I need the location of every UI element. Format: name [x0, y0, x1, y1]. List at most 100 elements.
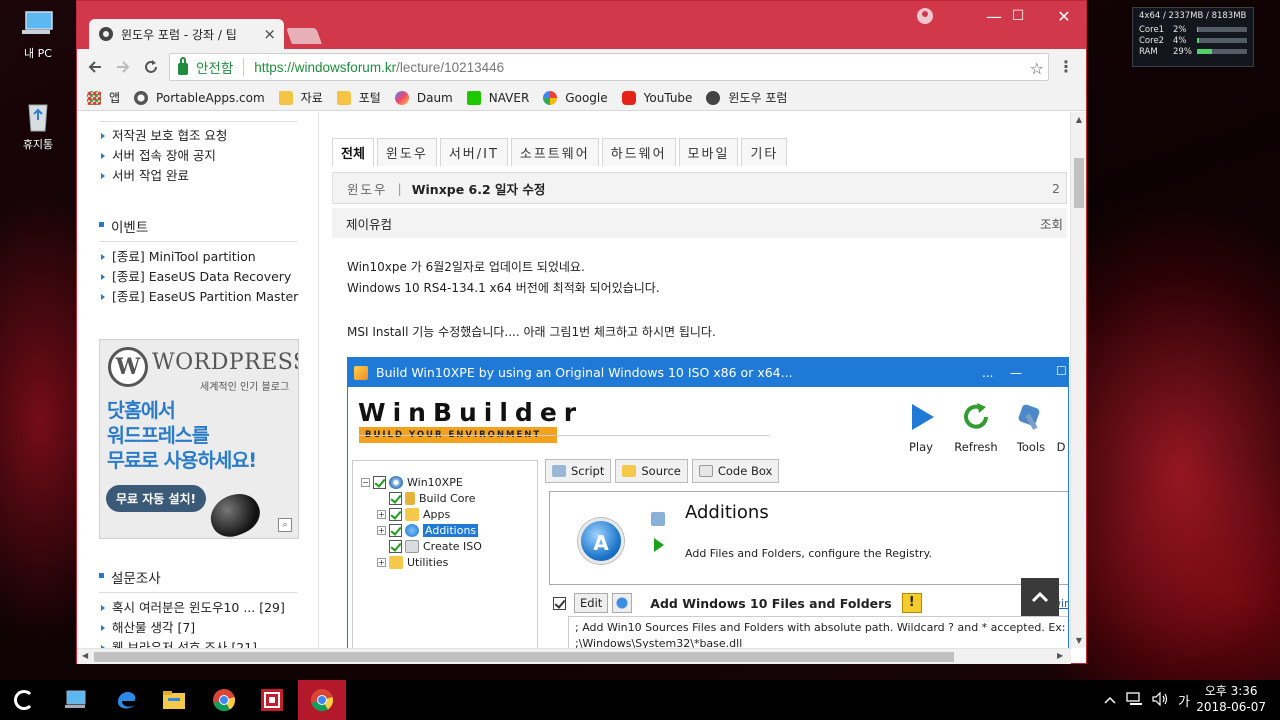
disc-icon: [389, 475, 403, 489]
network-icon[interactable]: [1126, 691, 1144, 709]
folder-icon: [336, 90, 351, 105]
notice-item[interactable]: 서버 접속 장애 공지: [99, 146, 227, 166]
sysmon-bar: [1197, 49, 1247, 54]
body-line: MSI Install 기능 수정했습니다.... 아래 그림1번 체크하고 하…: [347, 325, 716, 339]
bookmark-label: 포털: [358, 91, 381, 105]
cortana-icon[interactable]: [14, 690, 34, 710]
bookmark-windowsforum[interactable]: 윈도우 포럼: [706, 89, 787, 106]
scroll-right-icon[interactable]: ▶: [1057, 651, 1063, 660]
volume-icon[interactable]: [1152, 691, 1170, 709]
notice-item[interactable]: 서버 작업 완료: [99, 166, 227, 186]
bookmark-star-icon[interactable]: ☆: [1030, 59, 1044, 78]
bookmark-daum[interactable]: Daum: [394, 90, 453, 105]
reload-icon: [145, 60, 157, 73]
ad-cta-button[interactable]: 무료 자동 설치!: [106, 485, 206, 512]
vertical-scrollbar[interactable]: ▲ ▼: [1070, 112, 1086, 648]
additions-app-icon: [578, 518, 624, 564]
scroll-down-icon[interactable]: ▼: [1071, 636, 1087, 645]
event-item[interactable]: [종료] EaseUS Data Recovery: [99, 267, 298, 287]
bookmark-naver[interactable]: NAVER: [466, 90, 529, 105]
clock-time: 오후 3:36: [1204, 684, 1258, 698]
tab-windowsforum[interactable]: 윈도우 포럼 - 강좌 / 팁 ×: [89, 19, 284, 49]
tree-node-additions: + Additions: [377, 522, 479, 538]
tab-etc[interactable]: 기타: [741, 138, 788, 166]
desktop-icon-this-pc[interactable]: 내 PC: [3, 9, 73, 61]
bookmark-folder-portal[interactable]: 포털: [336, 89, 381, 106]
taskbar-chrome[interactable]: [200, 680, 248, 720]
tab-all[interactable]: 전체: [332, 138, 374, 166]
ime-indicator[interactable]: 가: [1178, 691, 1190, 710]
bookmark-portableapps[interactable]: PortableApps.com: [134, 90, 265, 105]
taskbar-chrome-active[interactable]: [298, 680, 346, 720]
poll-item[interactable]: 혹시 여러분은 윈도우10 ... [29]: [99, 598, 285, 618]
back-button[interactable]: [83, 55, 107, 79]
event-item[interactable]: [종료] EaseUS Partition Master: [99, 287, 298, 307]
reload-button[interactable]: [139, 55, 163, 79]
wb-window-title: Build Win10XPE by using an Original Wind…: [376, 365, 793, 380]
scrollbar-thumb[interactable]: [1074, 158, 1084, 208]
scroll-to-top-button[interactable]: [1021, 578, 1059, 616]
scroll-up-icon[interactable]: ▲: [1071, 115, 1087, 124]
event-item[interactable]: [종료] MiniTool partition: [99, 247, 298, 267]
winbuilder-app-icon: [354, 365, 368, 380]
winbuilder-icon: [261, 689, 283, 711]
notice-item[interactable]: 저작권 보호 협조 요청: [99, 126, 227, 146]
ad-brand-sub: 세계적인 인기 블로그: [200, 382, 290, 393]
poll-item[interactable]: 해산물 생각 [7]: [99, 618, 285, 638]
sysmon-label: RAM: [1139, 46, 1158, 57]
tab-mobile[interactable]: 모바일: [678, 138, 739, 166]
bookmark-label: YouTube: [643, 90, 693, 105]
post-author[interactable]: 제이유컴: [346, 214, 392, 233]
taskbar-edge[interactable]: [102, 680, 150, 720]
naver-icon: [466, 90, 481, 105]
wb-title-bar: Build Win10XPE by using an Original Wind…: [348, 358, 1068, 387]
address-bar[interactable]: 안전함 https://windowsforum.kr /lecture/102…: [169, 53, 1049, 81]
zoom-icon[interactable]: ⌕: [278, 518, 292, 532]
wb-tab-label: Code Box: [717, 464, 773, 478]
taskbar-computer[interactable]: [52, 680, 100, 720]
page-content: 저작권 보호 협조 요청 서버 접속 장애 공지 서버 작업 완료 이벤트 [종…: [77, 112, 1071, 648]
new-tab-button[interactable]: [286, 28, 322, 44]
bookmark-folder-data[interactable]: 자료: [278, 89, 323, 106]
forward-button[interactable]: [111, 55, 135, 79]
scrollbar-thumb[interactable]: [94, 652, 954, 662]
taskbar-file-explorer[interactable]: [150, 680, 198, 720]
post-title: Winxpe 6.2 일자 수정: [411, 181, 546, 197]
tab-hardware[interactable]: 하드웨어: [601, 138, 676, 166]
wordpress-ad-banner[interactable]: W WORDPRESS 세계적인 인기 블로그 닷홈에서 워드프레스를 무료로 …: [99, 339, 299, 539]
poll-item[interactable]: 웹 브라우저 선호 조사 [21]: [99, 638, 285, 648]
wb-tabs: Script Source Code Box: [545, 459, 783, 483]
sysmon-bar: [1197, 38, 1247, 43]
desktop-icon-recycle-bin[interactable]: 휴지통: [3, 100, 73, 152]
maximize-button[interactable]: ☐: [995, 1, 1041, 31]
post-number: 2: [1052, 180, 1060, 196]
wb-option-label: Add Windows 10 Files and Folders: [650, 595, 892, 611]
bookmark-youtube[interactable]: YouTube: [621, 90, 693, 105]
tab-server-it[interactable]: 서버/IT: [439, 138, 508, 166]
horizontal-scrollbar[interactable]: ◀ ▶: [77, 648, 1071, 664]
post-header: 윈도우 | Winxpe 6.2 일자 수정 2: [332, 172, 1067, 204]
scroll-left-icon[interactable]: ◀: [82, 651, 88, 660]
clock-date: 2018-06-07: [1196, 700, 1266, 714]
tab-windows[interactable]: 윈도우: [376, 138, 437, 166]
bookmark-google[interactable]: Google: [543, 90, 608, 105]
url-host: https://windowsforum.kr: [254, 59, 397, 75]
clock[interactable]: 오후 3:36 2018-06-07: [1196, 683, 1266, 715]
profile-icon[interactable]: [917, 8, 933, 24]
google-icon: [543, 90, 558, 105]
close-button[interactable]: ✕: [1041, 1, 1087, 31]
menu-dots-icon[interactable]: ⋮: [1058, 57, 1074, 76]
edge-icon: [118, 692, 136, 709]
chrome-window: 윈도우 포럼 - 강좌 / 팁 × — ☐ ✕ 안전함 https://wind…: [76, 0, 1087, 664]
taskbar-winbuilder[interactable]: [248, 680, 296, 720]
more-icon: [1052, 402, 1068, 432]
title-bar[interactable]: 윈도우 포럼 - 강좌 / 팁 × — ☐ ✕: [77, 1, 1086, 49]
sidebar: 저작권 보호 협조 요청 서버 접속 장애 공지 서버 작업 완료 이벤트 [종…: [77, 112, 319, 648]
tab-software[interactable]: 소프트웨어: [510, 138, 599, 166]
sysmon-bar: [1197, 27, 1247, 32]
bookmark-apps[interactable]: 앱: [87, 89, 120, 106]
tab-close-icon[interactable]: ×: [263, 25, 276, 43]
document-icon: [698, 465, 713, 477]
chevron-up-icon[interactable]: [1104, 693, 1116, 707]
warning-icon: !: [901, 593, 922, 613]
